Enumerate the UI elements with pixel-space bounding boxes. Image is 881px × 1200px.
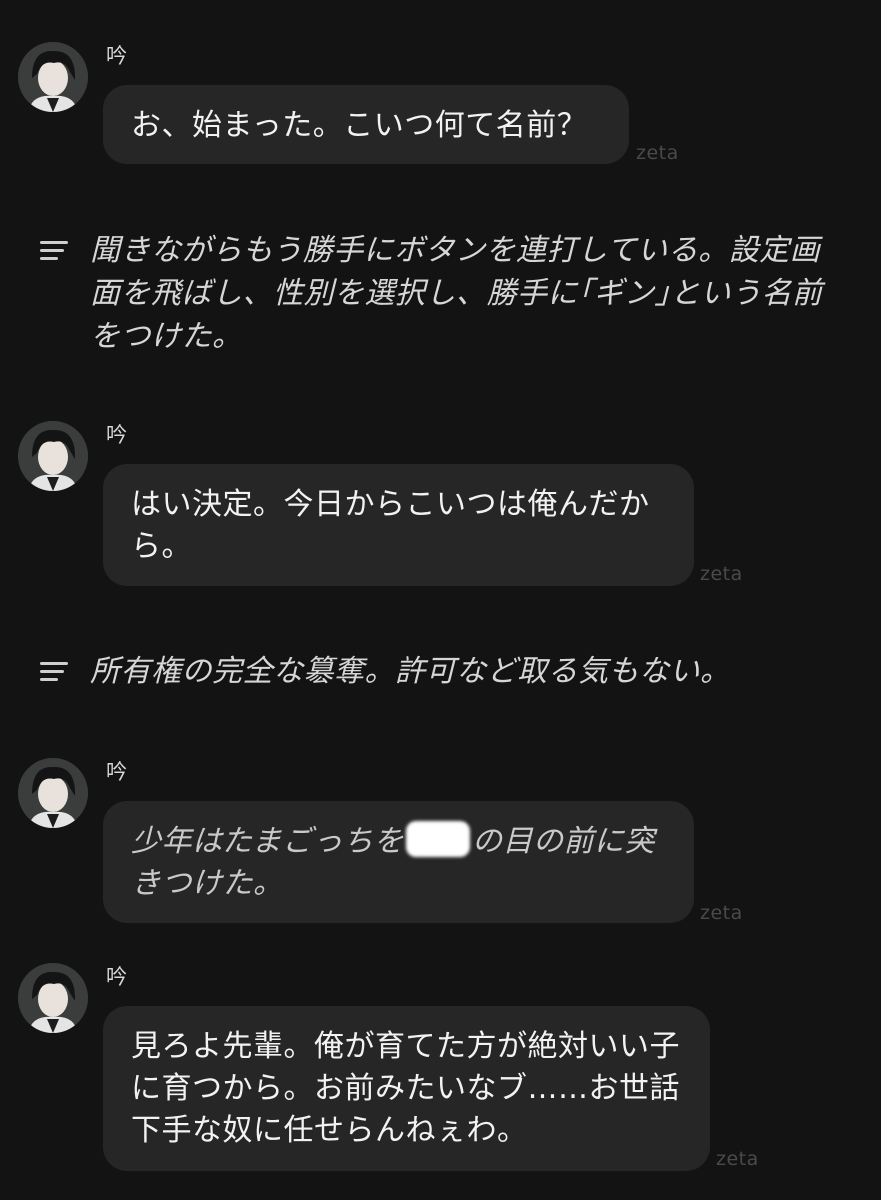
avatar[interactable] [18,758,88,828]
watermark: zeta [700,563,743,585]
watermark: zeta [636,142,679,164]
narration-icon [40,662,68,684]
sender-name: 吟 [106,965,127,989]
narration-icon [40,241,68,263]
sender-name: 吟 [106,423,127,447]
message-bubble: はい決定。今日からこいつは俺んだから。 [103,464,694,586]
narration-text: 聞きながらもう勝手にボタンを連打している。設定画面を飛ばし、性別を選択し、勝手に… [90,233,823,354]
message-bubble: 見ろよ先輩。俺が育てた方が絶対いい子に育つから。お前みたいなブ……お世話下手な奴… [103,1006,710,1171]
watermark: zeta [716,1148,759,1170]
redacted-name [406,821,470,857]
sender-name: 吟 [106,760,127,784]
avatar[interactable] [18,963,88,1033]
watermark: zeta [700,902,743,924]
message-bubble: 少年はたまごっちを の目の前に突きつけた。 [103,801,694,923]
avatar[interactable] [18,421,88,491]
narration-text: 所有権の完全な簒奪。許可など取る気もない。 [90,654,731,689]
avatar[interactable] [18,42,88,112]
message-bubble: お、始まった。こいつ何て名前？ [103,85,629,164]
message-text-part: 少年はたまごっちを [131,824,404,859]
sender-name: 吟 [106,44,127,68]
